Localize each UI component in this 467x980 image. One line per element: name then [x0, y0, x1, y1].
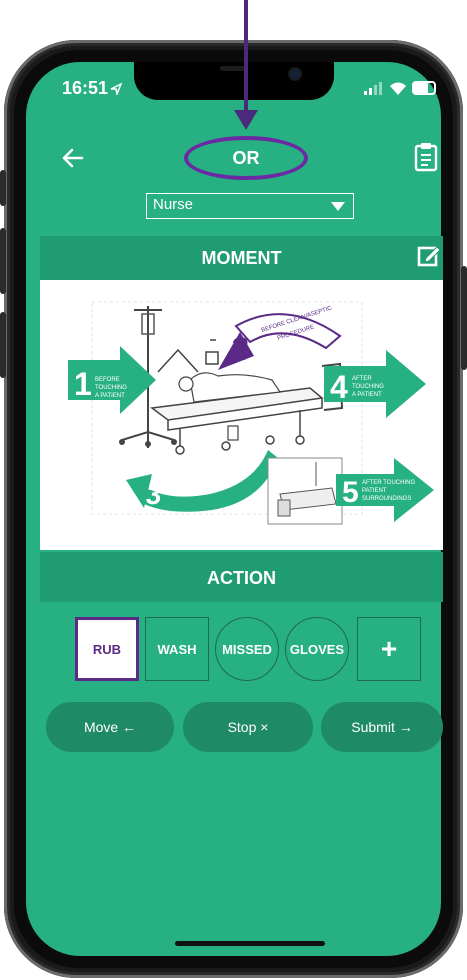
clipboard-icon[interactable] — [414, 142, 438, 172]
gloves-button[interactable]: GLOVES — [285, 617, 349, 681]
svg-text:AFTER TOUCHING: AFTER TOUCHING — [362, 480, 415, 486]
five-moments-illustration: 1 BEFORE TOUCHING A PATIENT 2 BEFORE CLE… — [40, 280, 443, 550]
moment-5-number: 5 — [342, 476, 359, 509]
svg-text:TOUCHING: TOUCHING — [352, 384, 384, 390]
moment-3-number: 3 — [146, 479, 162, 510]
silent-switch — [0, 170, 6, 206]
signal-icon — [364, 82, 382, 95]
front-camera — [290, 69, 300, 79]
add-button[interactable]: + — [357, 617, 421, 681]
battery-icon — [412, 81, 436, 95]
move-label: Move ← — [83, 719, 137, 735]
status-time: 16:51 — [62, 78, 109, 98]
volume-down-button — [0, 312, 6, 378]
svg-text:A PATIENT: A PATIENT — [95, 393, 125, 399]
notch — [134, 62, 334, 100]
rub-button[interactable]: RUB — [75, 617, 139, 681]
gloves-label: GLOVES — [289, 641, 345, 657]
wash-label: WASH — [157, 641, 197, 657]
wifi-icon — [390, 82, 406, 95]
rub-label: RUB — [92, 641, 122, 657]
stop-button[interactable]: Stop × — [183, 702, 313, 752]
move-button[interactable]: Move ← — [46, 702, 174, 752]
chevron-down-icon — [331, 202, 345, 211]
annotation-highlight-ellipse — [184, 136, 308, 180]
moment-bar: MOMENT — [40, 236, 443, 280]
moment-title: MOMENT — [201, 248, 282, 268]
svg-text:A PATIENT: A PATIENT — [352, 392, 382, 398]
moment-2-number: 2 — [229, 331, 248, 367]
action-title: ACTION — [207, 568, 276, 588]
wash-button[interactable]: WASH — [145, 617, 209, 681]
svg-text:SURROUNDINGS: SURROUNDINGS — [362, 496, 411, 502]
action-bar: ACTION — [40, 552, 443, 602]
arrow-left-icon[interactable] — [60, 146, 84, 170]
svg-text:BEFORE: BEFORE — [95, 377, 120, 383]
annotation-arrow-shaft — [244, 0, 248, 118]
missed-label: MISSED — [222, 641, 272, 657]
add-label: + — [380, 633, 398, 664]
svg-text:TOUCHING: TOUCHING — [95, 385, 127, 391]
home-indicator[interactable] — [175, 941, 325, 946]
moment-1-number: 1 — [74, 366, 92, 402]
missed-button[interactable]: MISSED — [215, 617, 279, 681]
submit-label: Submit → — [351, 719, 413, 735]
svg-text:AFTER: AFTER — [352, 376, 372, 382]
edit-icon[interactable] — [417, 244, 441, 268]
annotation-arrow-head — [234, 110, 258, 130]
location-arrow-icon — [110, 83, 122, 95]
stop-label: Stop × — [227, 719, 269, 735]
submit-button[interactable]: Submit → — [321, 702, 443, 752]
volume-up-button — [0, 228, 6, 294]
moment-4-number: 4 — [330, 369, 348, 405]
svg-text:PATIENT: PATIENT — [362, 488, 387, 494]
role-select-value: Nurse — [153, 196, 194, 213]
role-select[interactable]: Nurse — [146, 193, 354, 219]
power-button — [461, 266, 467, 370]
